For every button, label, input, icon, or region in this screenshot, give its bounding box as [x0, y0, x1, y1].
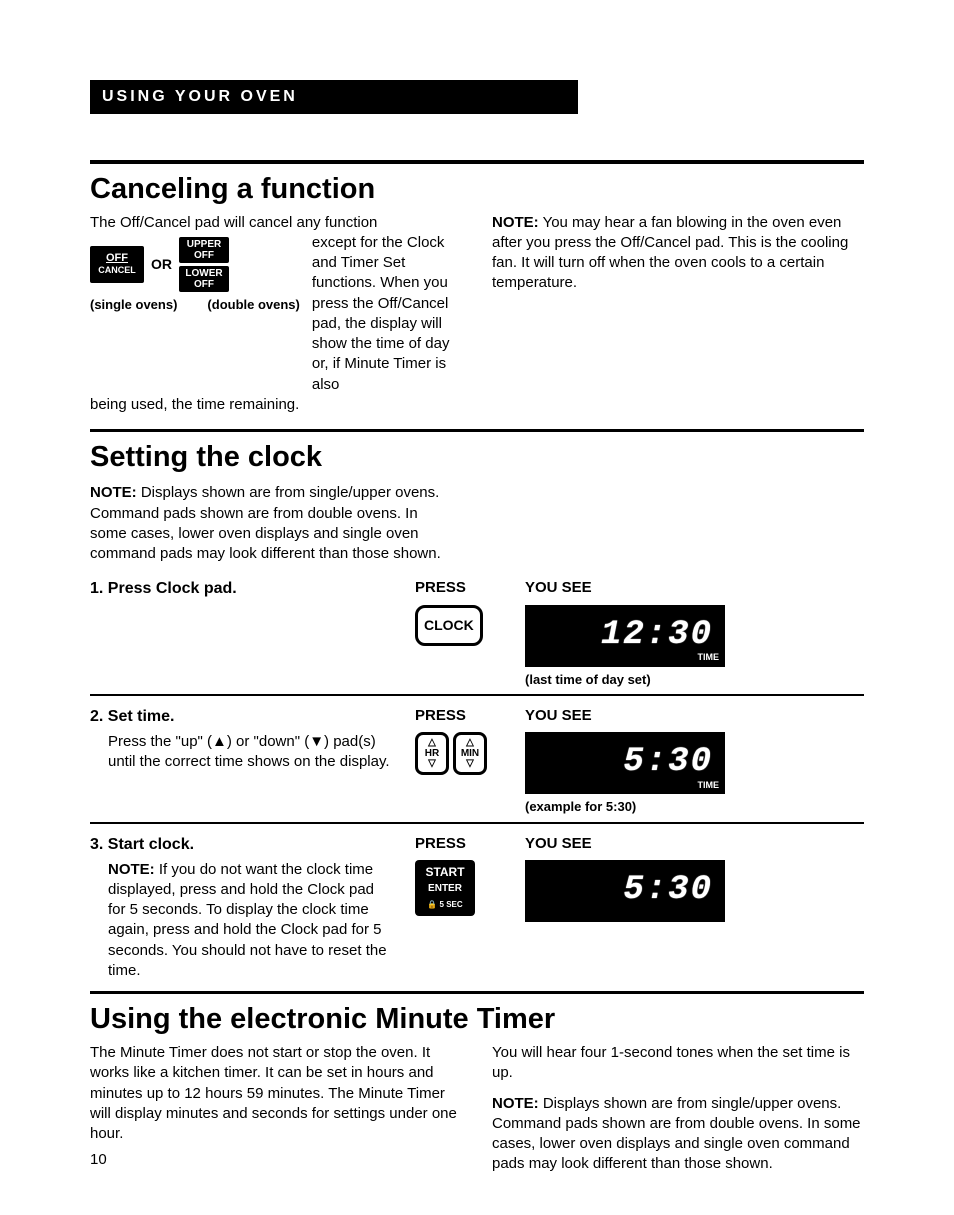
step3-title: 3. Start clock.	[90, 834, 395, 856]
divider	[90, 991, 864, 994]
enter-label: ENTER	[428, 883, 462, 894]
step3-body: If you do not want the clock time displa…	[108, 861, 387, 979]
hr-pad[interactable]: △ HR ▽	[415, 732, 449, 775]
page-number: 10	[90, 1150, 462, 1170]
divider	[90, 160, 864, 164]
step2-title: 2. Set time.	[90, 706, 395, 728]
single-ovens-caption: (single ovens)	[90, 296, 177, 314]
divider	[90, 822, 864, 824]
double-ovens-caption: (double ovens)	[207, 296, 299, 314]
heading-canceling: Canceling a function	[90, 170, 864, 209]
divider	[90, 429, 864, 432]
note-label: NOTE:	[492, 1095, 539, 1112]
display-digits: 5:30	[623, 868, 713, 914]
press-label: PRESS	[415, 578, 505, 598]
step2-body: Press the "up" (▲) or "down" (▼) pad(s) …	[90, 732, 395, 773]
off-cancel-pad[interactable]: OFF CANCEL	[90, 246, 144, 282]
or-label: OR	[151, 255, 172, 274]
heading-setting-clock: Setting the clock	[90, 438, 864, 477]
cancel-intro: The Off/Cancel pad will cancel any funct…	[90, 213, 462, 233]
press-label: PRESS	[415, 834, 505, 854]
yousee-label: YOU SEE	[525, 578, 864, 598]
min-pad[interactable]: △ MIN ▽	[453, 732, 487, 775]
clock-note-text: Displays shown are from single/upper ove…	[90, 484, 441, 562]
down-arrow-icon: ▽	[466, 759, 474, 769]
hold-5sec-label: 🔒 5 SEC	[427, 900, 462, 909]
yousee-label: YOU SEE	[525, 834, 864, 854]
down-arrow-icon: ▽	[428, 759, 436, 769]
minute-timer-r2: Displays shown are from single/upper ove…	[492, 1095, 861, 1173]
display-time-label: TIME	[698, 651, 720, 663]
display-caption-1: (last time of day set)	[525, 671, 864, 689]
note-label: NOTE:	[492, 214, 539, 231]
heading-minute-timer: Using the electronic Minute Timer	[90, 1000, 864, 1039]
display-caption-2: (example for 5:30)	[525, 798, 864, 816]
display-step3: 5:30	[525, 860, 725, 922]
divider	[90, 694, 864, 696]
press-label: PRESS	[415, 706, 505, 726]
upper-off-pad[interactable]: UPPER OFF	[179, 237, 229, 263]
note-label: NOTE:	[90, 484, 137, 501]
display-time-label: TIME	[698, 779, 720, 791]
section-header: USING YOUR OVEN	[90, 80, 578, 114]
yousee-label: YOU SEE	[525, 706, 864, 726]
display-digits: 12:30	[601, 613, 713, 659]
cancel-note-text: You may hear a fan blowing in the oven e…	[492, 214, 848, 292]
display-step2: 5:30 TIME	[525, 732, 725, 794]
up-arrow-icon: △	[428, 738, 436, 748]
start-label: START	[425, 865, 464, 879]
lower-off-pad[interactable]: LOWER OFF	[179, 266, 229, 292]
cancel-wrap-text: except for the Clock and Timer Set funct…	[312, 233, 462, 395]
up-arrow-icon: △	[466, 738, 474, 748]
minute-timer-left: The Minute Timer does not start or stop …	[90, 1043, 462, 1144]
step1-title: 1. Press Clock pad.	[90, 578, 395, 600]
start-enter-pad[interactable]: START ENTER 🔒 5 SEC	[415, 860, 475, 916]
minute-timer-r1: You will hear four 1-second tones when t…	[492, 1043, 864, 1084]
cancel-tail: being used, the time remaining.	[90, 395, 462, 415]
note-label: NOTE:	[108, 861, 155, 878]
clock-pad[interactable]: CLOCK	[415, 605, 483, 646]
display-step1: 12:30 TIME	[525, 605, 725, 667]
